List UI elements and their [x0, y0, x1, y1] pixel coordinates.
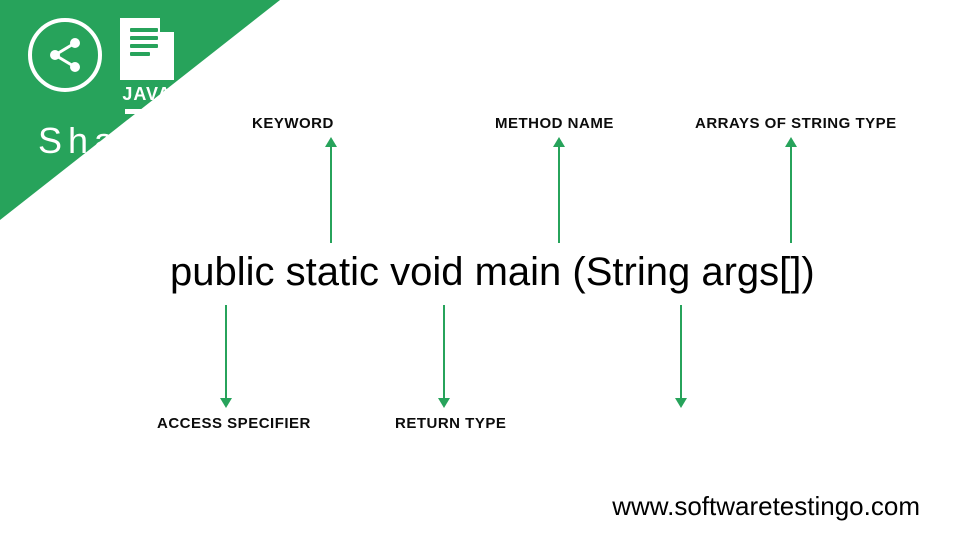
annotation-arrays-of-string: ARRAYS OF STRING TYPE [695, 115, 897, 132]
footer-url: www.softwaretestingo.com [612, 491, 920, 522]
annotation-return-type: RETURN TYPE [395, 415, 506, 432]
annotation-method-name: METHOD NAME [495, 115, 614, 132]
arrow-keyword [330, 145, 332, 243]
arrow-access-specifier [225, 305, 227, 400]
java-main-signature: public static void main (String args[]) [170, 250, 815, 295]
diagram-canvas: KEYWORD METHOD NAME ARRAYS OF STRING TYP… [0, 0, 960, 540]
annotation-keyword: KEYWORD [252, 115, 334, 132]
annotation-access-specifier: ACCESS SPECIFIER [157, 415, 311, 432]
arrow-arrays [790, 145, 792, 243]
arrow-return-type [443, 305, 445, 400]
arrow-bottom-extra [680, 305, 682, 400]
arrow-method-name [558, 145, 560, 243]
